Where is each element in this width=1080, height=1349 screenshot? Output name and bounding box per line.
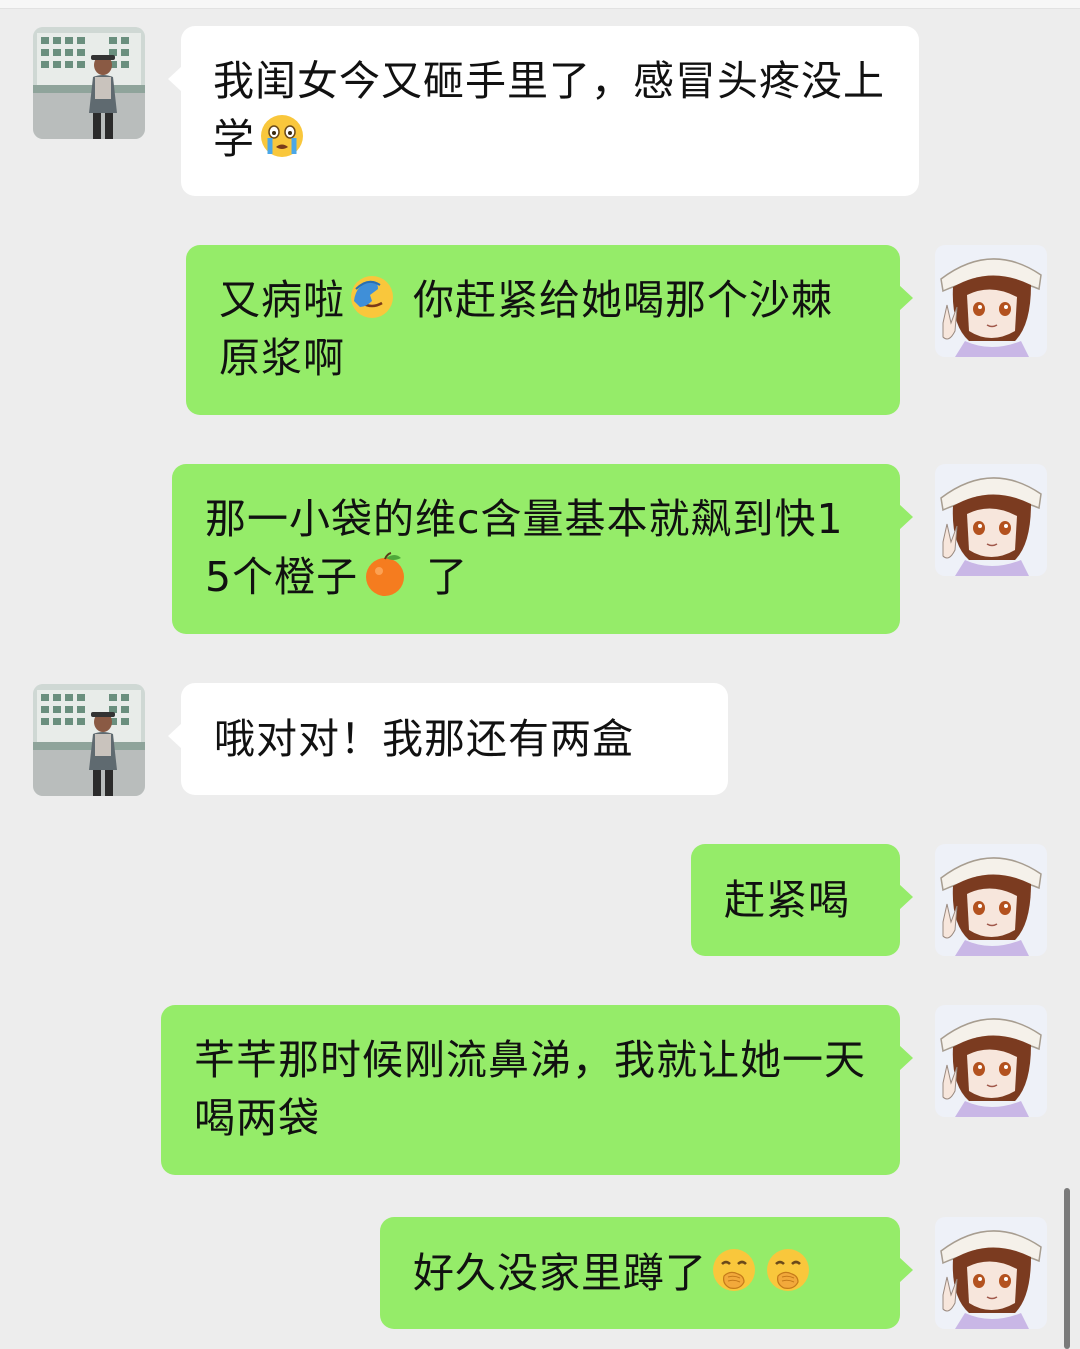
self-avatar[interactable] — [935, 1217, 1047, 1329]
message-bubble-outgoing[interactable]: 赶紧喝 — [691, 844, 913, 956]
self-avatar-drawing — [935, 464, 1047, 576]
message-text: 了 — [412, 553, 469, 601]
top-divider — [0, 0, 1080, 9]
hand-over-mouth-emoji — [710, 1246, 758, 1294]
orange-emoji — [361, 550, 409, 598]
self-avatar-drawing — [935, 844, 1047, 956]
message-bubble-outgoing[interactable]: 芊芊那时候刚流鼻涕，我就让她一天喝两袋 — [161, 1005, 913, 1175]
message-bubble-outgoing[interactable]: 又病啦 你赶紧给她喝那个沙棘原浆啊 — [186, 245, 913, 415]
self-avatar-drawing — [935, 245, 1047, 357]
self-avatar[interactable] — [935, 464, 1047, 576]
message-bubble-incoming[interactable]: 哦对对！我那还有两盒 — [168, 683, 728, 795]
message-text: 好久没家里蹲了 — [413, 1249, 707, 1297]
message-text: 赶紧喝 — [724, 876, 850, 924]
message-text: 又病啦 — [219, 276, 345, 324]
contact-avatar[interactable] — [33, 27, 145, 139]
message-text: 那一小袋的维c含量基本就飙到快15个橙子 — [205, 495, 844, 601]
contact-avatar-photo — [33, 684, 145, 796]
message-bubble-outgoing[interactable]: 那一小袋的维c含量基本就飙到快15个橙子 了 — [172, 464, 913, 634]
self-avatar[interactable] — [935, 245, 1047, 357]
contact-avatar[interactable] — [33, 684, 145, 796]
self-avatar[interactable] — [935, 844, 1047, 956]
message-text: 芊芊那时候刚流鼻涕，我就让她一天喝两袋 — [194, 1036, 866, 1142]
hand-over-mouth-emoji — [764, 1246, 812, 1294]
face-palm-emoji — [348, 273, 396, 321]
contact-avatar-photo — [33, 27, 145, 139]
message-text: 我闺女今又砸手里了，感冒头疼没上学 — [213, 57, 885, 163]
loudly-crying-emoji — [258, 112, 306, 160]
message-text: 哦对对！我那还有两盒 — [214, 715, 634, 763]
message-bubble-outgoing[interactable]: 好久没家里蹲了 — [380, 1217, 913, 1329]
self-avatar-drawing — [935, 1217, 1047, 1329]
message-bubble-incoming[interactable]: 我闺女今又砸手里了，感冒头疼没上学 — [168, 26, 919, 196]
scrollbar[interactable] — [1064, 1188, 1070, 1349]
self-avatar[interactable] — [935, 1005, 1047, 1117]
self-avatar-drawing — [935, 1005, 1047, 1117]
